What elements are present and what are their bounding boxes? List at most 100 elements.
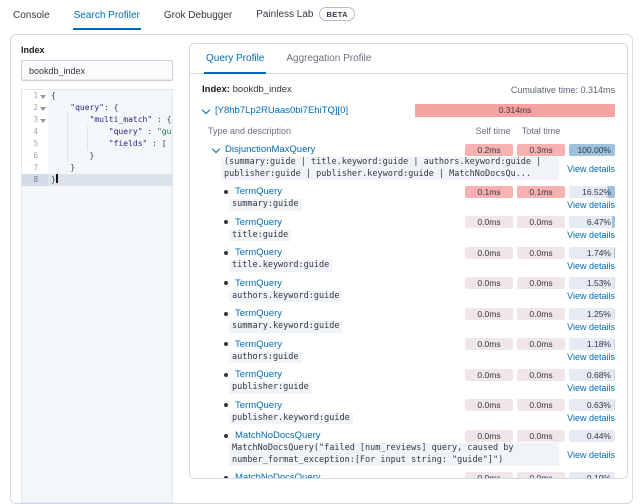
line-number: 1: [33, 91, 38, 100]
bullet-icon: [224, 433, 228, 438]
percent-badge: 16.52%: [569, 185, 615, 198]
tab-query-profile[interactable]: Query Profile: [204, 44, 267, 74]
chevron-down-icon[interactable]: [201, 105, 211, 114]
chevron-down-icon[interactable]: [211, 144, 221, 153]
query-row: TermQuery 0.0ms 0.0ms 0.63% publisher.keywor…: [202, 399, 615, 424]
view-details-link[interactable]: View details: [561, 413, 615, 423]
view-details-link[interactable]: View details: [561, 261, 615, 271]
top-nav: Console Search Profiler Grok Debugger Painl…: [0, 0, 640, 30]
line-number: 6: [33, 151, 38, 160]
tab-aggregation-profile[interactable]: Aggregation Profile: [284, 44, 373, 74]
editor-line: 7 }: [22, 162, 172, 174]
total-time-badge: 0.0ms: [517, 368, 565, 381]
view-details-link[interactable]: View details: [561, 230, 615, 240]
query-description: publisher:guide: [229, 382, 312, 394]
query-type-link[interactable]: MatchNoDocsQuery: [235, 430, 321, 441]
bullet-icon: [224, 342, 228, 346]
query-description: authors.keyword:guide: [229, 290, 343, 302]
percent-badge: 100.00%: [569, 143, 615, 156]
percent-badge: 6.47%: [569, 216, 615, 228]
query-type-link[interactable]: DisjunctionMaxQuery: [225, 144, 315, 155]
self-time-badge: 0.0ms: [465, 471, 513, 478]
total-time-badge: 0.3ms: [517, 143, 565, 156]
text-cursor: [55, 174, 58, 183]
line-number: 4: [33, 127, 38, 136]
shard-link[interactable]: [Y8hb7Lp2RUaas0bi7EhiTQ][0]: [215, 105, 348, 116]
line-number-gutter: 4: [22, 126, 48, 138]
self-time-badge: 0.0ms: [465, 368, 513, 381]
bullet-icon: [224, 250, 228, 255]
fold-icon[interactable]: [40, 90, 46, 102]
percent-badge: 0.63%: [569, 399, 615, 411]
line-number: 5: [33, 139, 38, 148]
tab-label: Search Profiler: [73, 10, 140, 21]
self-time-badge: 0.0ms: [465, 277, 513, 289]
self-time-badge: 0.0ms: [465, 307, 513, 320]
editor-line: 6 }: [22, 150, 172, 162]
percent-badge: 1.25%: [569, 307, 615, 320]
code-line: {: [51, 91, 56, 100]
query-type-link[interactable]: TermQuery: [235, 247, 282, 258]
self-time-badge: 0.0ms: [465, 338, 513, 350]
total-time-badge: 0.0ms: [517, 277, 565, 289]
json-query-editor[interactable]: 1{2 "query": {3 "multi_match" : {4 "quer…: [21, 89, 173, 503]
view-details-link[interactable]: View details: [561, 322, 615, 332]
cumulative-time: Cumulative time: 0.314ms: [510, 84, 615, 95]
query-row: TermQuery 0.0ms 0.0ms 1.74% title.keyword:gu…: [202, 246, 615, 272]
profile-card: Query Profile Aggregation Profile Index: …: [189, 43, 628, 479]
bullet-icon: [224, 311, 228, 316]
code-line: }: [51, 150, 95, 162]
code-line: "multi_match" : {: [48, 114, 172, 126]
query-type-link[interactable]: TermQuery: [235, 278, 282, 289]
tab-console[interactable]: Console: [12, 4, 51, 30]
shard-time-bar: 0.314ms: [415, 104, 615, 117]
line-number-gutter: 5: [22, 138, 48, 150]
query-type-link[interactable]: TermQuery: [235, 217, 282, 228]
code-line: }: [51, 163, 76, 172]
query-type-link[interactable]: TermQuery: [235, 369, 282, 380]
line-number: 3: [33, 115, 38, 124]
percent-badge: 1.18%: [569, 338, 615, 350]
index-input[interactable]: [21, 60, 173, 81]
total-time-badge: 0.0ms: [517, 399, 565, 411]
bullet-icon: [224, 372, 228, 377]
col-total-time: Total time: [521, 126, 561, 136]
editor-line: 4 "query" : "guide",: [22, 126, 172, 138]
query-description: MatchNoDocsQuery("failed [num_reviews] q…: [229, 443, 559, 466]
query-type-link[interactable]: TermQuery: [235, 308, 282, 319]
self-time-badge: 0.0ms: [465, 399, 513, 411]
view-details-link[interactable]: View details: [561, 352, 615, 362]
bullet-icon: [224, 189, 228, 194]
fold-icon[interactable]: [40, 114, 46, 126]
tab-grok-debugger[interactable]: Grok Debugger: [163, 4, 233, 30]
query-type-link[interactable]: TermQuery: [235, 186, 282, 197]
line-number-gutter: 7: [22, 162, 48, 174]
query-description: summary:guide: [229, 199, 302, 211]
profile-tabs: Query Profile Aggregation Profile: [190, 44, 627, 74]
view-details-link[interactable]: View details: [561, 200, 615, 210]
tab-painless-lab[interactable]: Painless Lab BETA: [255, 1, 356, 30]
view-details-link[interactable]: View details: [561, 450, 615, 460]
query-type-link[interactable]: TermQuery: [235, 339, 282, 350]
query-description: title.keyword:guide: [229, 260, 333, 272]
query-type-link[interactable]: TermQuery: [235, 400, 282, 411]
query-type-link[interactable]: MatchNoDocsQuery: [235, 472, 321, 478]
self-time-badge: 0.2ms: [465, 143, 513, 156]
query-row: MatchNoDocsQuery0.0ms0.0ms0.19%MatchNoDo…: [202, 471, 615, 478]
fold-icon[interactable]: [40, 102, 46, 114]
query-description: summary.keyword:guide: [229, 321, 343, 333]
panel-resizer[interactable]: [173, 43, 189, 503]
view-details-link[interactable]: View details: [561, 164, 615, 174]
tab-label: Painless Lab: [256, 8, 314, 20]
self-time-badge: 0.0ms: [465, 216, 513, 228]
profile-body: Index: bookdb_index Cumulative time: 0.3…: [190, 74, 627, 478]
total-time-badge: 0.0ms: [517, 429, 565, 442]
view-details-link[interactable]: View details: [561, 291, 615, 301]
tab-search-profiler[interactable]: Search Profiler: [72, 4, 141, 30]
percent-badge: 1.74%: [569, 246, 615, 259]
percent-badge: 0.68%: [569, 368, 615, 381]
column-headers: Type and description Self time Total tim…: [208, 126, 615, 136]
view-details-link[interactable]: View details: [561, 383, 615, 393]
percent-badge: 1.53%: [569, 277, 615, 289]
percent-badge: 0.44%: [569, 429, 615, 442]
